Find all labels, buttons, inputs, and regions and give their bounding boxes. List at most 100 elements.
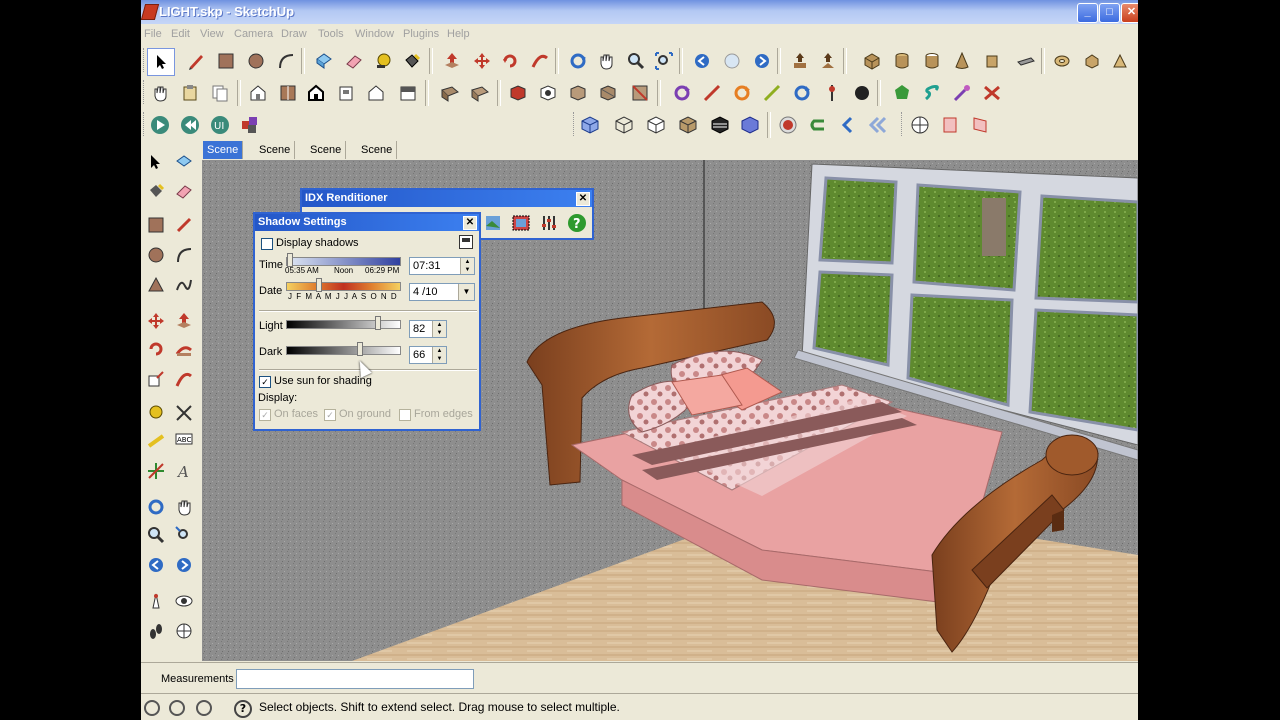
3d-text-icon[interactable]: A <box>171 458 197 484</box>
double-chevron-left-icon[interactable] <box>865 112 891 138</box>
wire-box-icon[interactable] <box>611 112 637 138</box>
time-slider[interactable] <box>286 257 401 266</box>
light-slider-thumb[interactable] <box>374 316 381 330</box>
shape-icon[interactable] <box>1079 48 1105 74</box>
rewind-icon[interactable] <box>177 112 203 138</box>
move-icon[interactable] <box>469 48 495 74</box>
from-edges-checkbox[interactable] <box>399 409 411 421</box>
play-icon[interactable] <box>147 112 173 138</box>
tube-icon[interactable] <box>919 48 945 74</box>
walk-icon[interactable] <box>147 80 173 106</box>
user-icon[interactable] <box>196 700 212 716</box>
iso-box-icon[interactable] <box>577 112 603 138</box>
toolbar-grip[interactable] <box>901 112 905 136</box>
zoom-extents-tool-icon[interactable] <box>171 552 197 578</box>
copy-icon[interactable] <box>207 80 233 106</box>
walk-tool-icon[interactable] <box>143 618 169 644</box>
chevron-left-icon[interactable] <box>835 112 861 138</box>
next-view-icon[interactable] <box>719 48 745 74</box>
position-camera-icon[interactable] <box>143 588 169 614</box>
tab-scene-1[interactable]: Scene 1 <box>203 141 244 174</box>
line-tool-icon[interactable] <box>171 212 197 238</box>
idx-help-icon[interactable]: ? <box>564 210 590 236</box>
monochrome-icon[interactable] <box>627 80 653 106</box>
move-tool-icon[interactable] <box>143 308 169 334</box>
back-view-icon[interactable] <box>363 80 389 106</box>
orbit-icon[interactable] <box>565 48 591 74</box>
rotate-cw-icon[interactable] <box>669 80 695 106</box>
time-slider-thumb[interactable] <box>287 253 293 267</box>
on-ground-checkbox[interactable]: ✓ <box>324 409 336 421</box>
iso-view-icon[interactable] <box>245 80 271 106</box>
on-faces-checkbox[interactable]: ✓ <box>259 409 271 421</box>
use-sun-checkbox[interactable]: ✓ <box>259 376 271 388</box>
axes-icon[interactable] <box>143 458 169 484</box>
rectangle-icon[interactable] <box>213 48 239 74</box>
time-input[interactable]: 07:31 ▲ ▼ <box>409 257 475 275</box>
menu-file[interactable]: File <box>144 28 162 40</box>
geo-location-icon[interactable] <box>144 700 160 716</box>
component-icon[interactable] <box>171 150 197 176</box>
box-icon[interactable] <box>859 48 885 74</box>
idx-render-icon[interactable] <box>480 210 506 236</box>
time-spinner[interactable]: ▲ ▼ <box>460 258 474 274</box>
idx-image-icon[interactable] <box>508 210 534 236</box>
zoom-window-icon[interactable] <box>171 522 197 548</box>
freehand-icon[interactable] <box>171 272 197 298</box>
close-button[interactable]: ✕ <box>1121 3 1138 23</box>
polygon-icon[interactable] <box>143 272 169 298</box>
textured-box-icon[interactable] <box>707 112 733 138</box>
ui-icon[interactable]: UI <box>207 112 233 138</box>
credits-icon[interactable] <box>169 700 185 716</box>
look-around-icon[interactable] <box>171 588 197 614</box>
zoom-extents-icon[interactable] <box>651 48 677 74</box>
offset-tool-icon[interactable] <box>171 366 197 392</box>
components-icon[interactable] <box>237 112 263 138</box>
scale-icon[interactable] <box>143 366 169 392</box>
green-shape-icon[interactable] <box>889 80 915 106</box>
menu-view[interactable]: View <box>200 28 224 40</box>
orbit-tool-icon[interactable] <box>143 494 169 520</box>
paint-icon[interactable] <box>143 178 169 204</box>
display-shadows-checkbox[interactable] <box>261 238 273 250</box>
left-view-icon[interactable] <box>395 80 421 106</box>
circle-tool-icon[interactable] <box>143 242 169 268</box>
line-yellow-icon[interactable] <box>759 80 785 106</box>
date-slider-thumb[interactable] <box>316 278 322 292</box>
protractor-icon[interactable] <box>143 428 169 454</box>
menu-edit[interactable]: Edit <box>171 28 190 40</box>
rotate-tool-icon[interactable] <box>143 336 169 362</box>
paint-bucket-icon[interactable] <box>399 48 425 74</box>
follow-me-icon[interactable] <box>527 48 553 74</box>
light-input[interactable]: 82 ▲ ▼ <box>409 320 447 338</box>
section-plane-icon[interactable] <box>505 80 531 106</box>
shaded-icon[interactable] <box>565 80 591 106</box>
rotate-icon[interactable] <box>497 48 523 74</box>
section-cut-icon[interactable] <box>907 112 933 138</box>
chevron-down-icon[interactable]: ▼ <box>458 284 474 300</box>
xray-style-icon[interactable] <box>437 80 463 106</box>
dark-slider[interactable] <box>286 346 401 355</box>
section-display-icon[interactable] <box>937 112 963 138</box>
shaded-box-icon[interactable] <box>675 112 701 138</box>
plane-icon[interactable] <box>1013 48 1039 74</box>
cylinder-icon[interactable] <box>889 48 915 74</box>
tab-scene-3[interactable]: Scene 3 <box>306 141 347 174</box>
cone-icon[interactable] <box>949 48 975 74</box>
export-icon[interactable] <box>815 48 841 74</box>
light-spinner[interactable]: ▲ ▼ <box>432 321 446 337</box>
section-fill-icon[interactable] <box>967 112 993 138</box>
select-tool-icon[interactable] <box>147 48 175 76</box>
eraser-icon[interactable] <box>341 48 367 74</box>
helix-icon[interactable] <box>1107 48 1133 74</box>
shaded-texture-icon[interactable] <box>595 80 621 106</box>
previous-view-icon[interactable] <box>689 48 715 74</box>
date-slider[interactable] <box>286 282 401 291</box>
pan-tool-icon[interactable] <box>171 494 197 520</box>
magic-wand-icon[interactable] <box>949 80 975 106</box>
minimize-button[interactable]: _ <box>1077 3 1098 23</box>
shadow-settings-close-button[interactable]: ✕ <box>463 216 477 230</box>
text-icon[interactable]: ABC <box>171 428 197 454</box>
hidden-line-icon[interactable] <box>535 80 561 106</box>
menu-window[interactable]: Window <box>355 28 394 40</box>
